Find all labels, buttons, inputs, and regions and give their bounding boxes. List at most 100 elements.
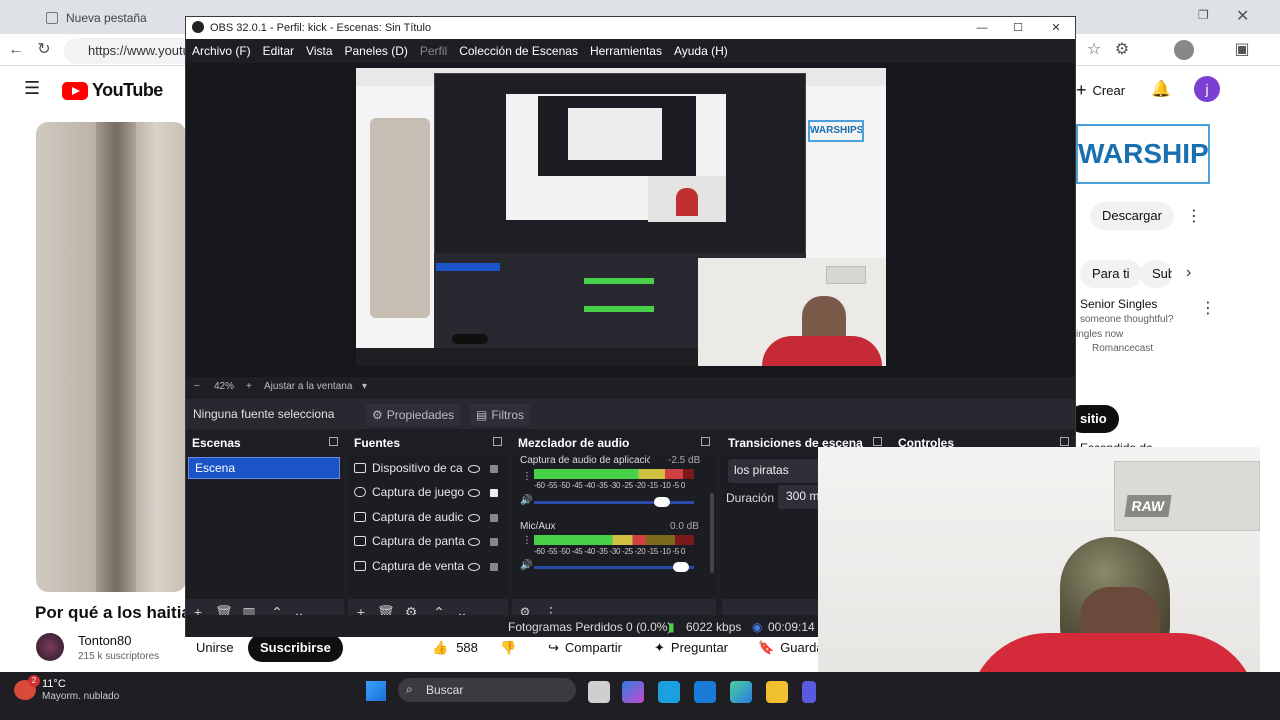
reload-icon[interactable]: ↻	[34, 40, 54, 60]
save-button[interactable]: 🔖 Guardar	[758, 634, 818, 662]
create-button[interactable]: + Crear	[1076, 80, 1125, 101]
camera-icon	[354, 463, 366, 473]
close-icon[interactable]: ✕	[1046, 20, 1066, 36]
window-icon	[354, 561, 366, 571]
obs-preview[interactable]: WARSHIPS	[186, 63, 1075, 377]
youtube-logo[interactable]: YouTube	[62, 80, 163, 101]
subscribe-button[interactable]: Suscribirse	[248, 634, 343, 662]
edge-icon[interactable]	[730, 681, 752, 703]
bell-icon[interactable]: 🔔	[1151, 79, 1171, 99]
thumb-down-icon: 👎	[500, 640, 517, 655]
bitrate: 6022 kbps	[686, 620, 742, 634]
volume-slider[interactable]	[534, 497, 694, 507]
lock-icon[interactable]	[490, 538, 498, 546]
menu-editar[interactable]: Editar	[257, 39, 300, 63]
maximize-icon[interactable]: ☐	[1008, 20, 1028, 36]
float-icon[interactable]	[701, 437, 710, 446]
share-button[interactable]: ↪ Compartir	[548, 634, 622, 662]
sources-dock: Fuentes Dispositivo de ca Captura de jue…	[348, 433, 508, 623]
download-button[interactable]: Descargar	[1090, 202, 1174, 230]
teams-icon[interactable]	[802, 681, 816, 703]
folder-icon[interactable]	[766, 681, 788, 703]
sidebar-icon[interactable]: ▣	[1232, 40, 1252, 60]
restore-icon[interactable]: ❐	[1198, 8, 1209, 22]
menu-icon[interactable]: ☰	[24, 78, 40, 99]
filters-button[interactable]: ▤ Filtros	[470, 404, 531, 426]
ad-banner[interactable]: WARSHIPS	[1076, 124, 1210, 184]
menu-coleccion[interactable]: Colección de Escenas	[453, 39, 584, 63]
visibility-icon[interactable]	[468, 465, 480, 473]
speaker-icon[interactable]: 🔊	[520, 495, 532, 506]
lock-icon[interactable]	[490, 465, 498, 473]
float-icon[interactable]	[873, 437, 882, 446]
join-button[interactable]: Unirse	[184, 634, 246, 662]
profile-icon[interactable]	[1174, 40, 1194, 60]
outlook-icon[interactable]	[694, 681, 716, 703]
visibility-icon[interactable]	[468, 489, 480, 497]
subscriber-count: 215 k suscriptores	[78, 651, 160, 662]
task-view-icon[interactable]	[588, 681, 610, 703]
subscribe-label: Suscribirse	[260, 640, 331, 655]
channel-avatar[interactable]	[36, 633, 64, 661]
store-icon[interactable]	[658, 681, 680, 703]
scrollbar[interactable]	[710, 493, 714, 573]
rec-more-icon[interactable]: ⋮	[1200, 298, 1216, 318]
url-text: https://www.youtu	[88, 43, 190, 58]
ad-banner-text: WARSHIPS	[1078, 138, 1209, 169]
tab-new[interactable]: Nueva pestaña	[36, 6, 147, 30]
float-icon[interactable]	[493, 437, 502, 446]
obs-window-title: OBS 32.0.1 - Perfil: kick - Escenas: Sin…	[210, 22, 432, 34]
lock-icon[interactable]	[490, 489, 498, 497]
mixer-channel-db: 0.0 dB	[670, 521, 699, 532]
channel-menu-icon[interactable]: ⋮	[522, 471, 532, 482]
menu-ayuda[interactable]: Ayuda (H)	[668, 39, 734, 63]
lock-icon[interactable]	[490, 514, 498, 522]
menu-vista[interactable]: Vista	[300, 39, 338, 63]
float-icon[interactable]	[1060, 437, 1069, 446]
copilot-icon[interactable]	[622, 681, 644, 703]
volume-knob[interactable]	[673, 562, 690, 572]
float-icon[interactable]	[329, 437, 338, 446]
taskbar-search[interactable]: ⌕ Buscar	[398, 678, 576, 702]
windows-start-icon[interactable]	[366, 681, 386, 701]
extension-icon[interactable]: ⚙	[1112, 40, 1132, 60]
download-label: Descargar	[1102, 208, 1162, 223]
menu-paneles[interactable]: Paneles (D)	[339, 39, 414, 63]
zoom-dropdown-icon[interactable]: ▾	[362, 381, 367, 392]
weather-temp: 11°C	[42, 678, 66, 690]
channel-menu-icon[interactable]: ⋮	[522, 535, 532, 546]
volume-knob[interactable]	[654, 497, 670, 507]
chip-para-ti[interactable]: Para ti	[1080, 260, 1142, 288]
scene-label: Escena	[195, 461, 236, 475]
properties-button[interactable]: ⚙ Propiedades	[366, 404, 461, 426]
zoom-bar: − 42% + Ajustar a la ventana ▾	[186, 377, 1075, 399]
lock-icon[interactable]	[490, 563, 498, 571]
avatar[interactable]: j	[1194, 76, 1220, 102]
chip-sub[interactable]: Sub	[1140, 260, 1172, 288]
like-button[interactable]: 👍 588	[432, 634, 478, 662]
speaker-icon[interactable]: 🔊	[520, 560, 532, 571]
url-input[interactable]: https://www.youtu	[64, 38, 204, 64]
visibility-icon[interactable]	[468, 514, 480, 522]
dislike-button[interactable]: 👎	[500, 634, 516, 662]
source-label: Captura de venta	[372, 559, 465, 573]
zoom-out-icon[interactable]: −	[194, 381, 200, 392]
menu-perfil[interactable]: Perfil	[414, 39, 453, 63]
volume-slider[interactable]	[534, 562, 694, 572]
chevron-right-icon[interactable]: ›	[1186, 264, 1191, 282]
close-icon[interactable]: ✕	[1236, 6, 1249, 26]
video-player[interactable]	[36, 122, 186, 592]
rec-title[interactable]: Senior Singles	[1080, 297, 1157, 311]
menu-archivo[interactable]: Archivo (F)	[186, 39, 257, 63]
channel-name[interactable]: Tonton80	[78, 633, 132, 648]
zoom-in-icon[interactable]: +	[246, 381, 252, 392]
visibility-icon[interactable]	[468, 538, 480, 546]
star-icon[interactable]: ☆	[1084, 40, 1104, 60]
ask-button[interactable]: ✦ Preguntar	[654, 634, 728, 662]
minimize-icon[interactable]: —	[972, 20, 992, 36]
scene-item[interactable]: Escena	[188, 457, 340, 479]
menu-herramientas[interactable]: Herramientas	[584, 39, 668, 63]
more-icon[interactable]: ⋮	[1186, 206, 1202, 226]
back-icon[interactable]: ←	[6, 40, 26, 60]
visibility-icon[interactable]	[468, 563, 480, 571]
